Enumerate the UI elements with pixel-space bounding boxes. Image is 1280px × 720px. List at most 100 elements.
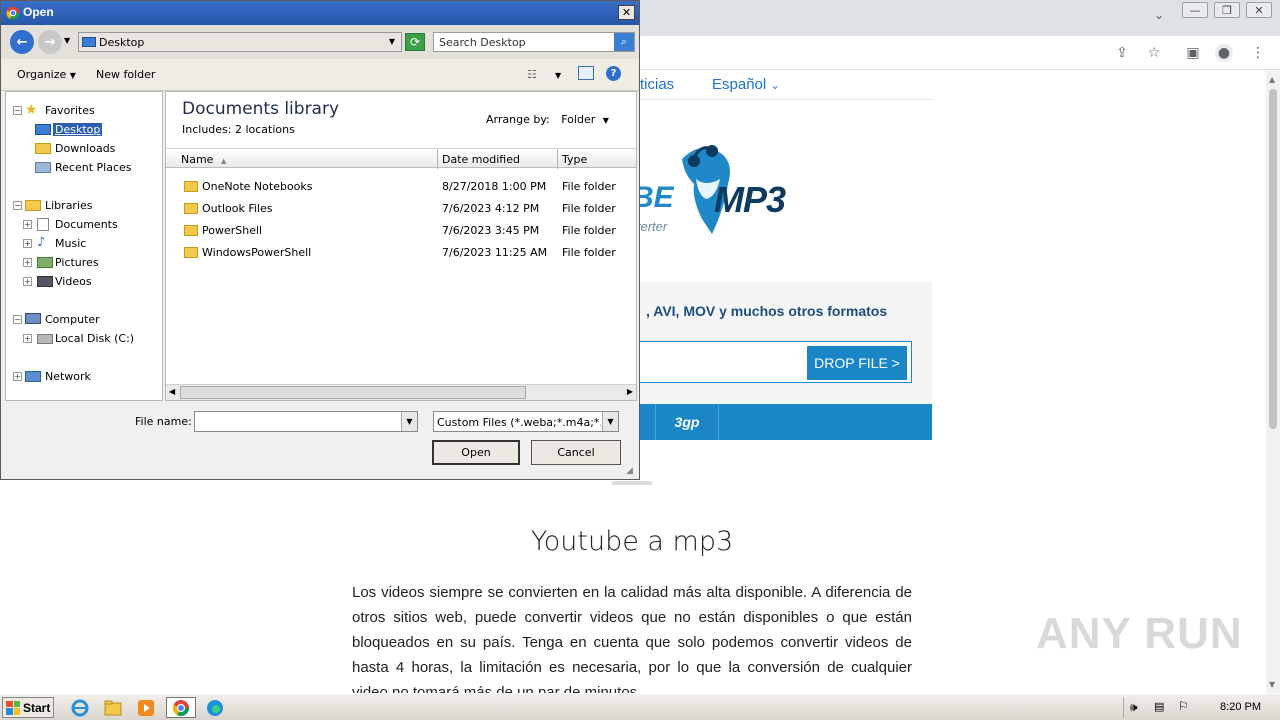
tree-item-music[interactable]: + ♪ Music xyxy=(6,234,162,252)
minimize-button[interactable]: — xyxy=(1182,2,1208,18)
tree-item-videos[interactable]: + Videos xyxy=(6,272,162,290)
internet-explorer-icon[interactable] xyxy=(68,697,92,718)
panel-scroll-indicator xyxy=(612,481,652,485)
action-center-flag-icon[interactable]: ⚐ xyxy=(1178,699,1189,713)
horizontal-scroll-thumb[interactable] xyxy=(180,386,526,399)
expand-icon[interactable]: + xyxy=(23,238,32,248)
file-explorer-icon[interactable] xyxy=(101,697,125,718)
desktop-icon xyxy=(35,124,51,135)
refresh-button[interactable]: ⟳ xyxy=(405,33,425,51)
expand-icon[interactable]: + xyxy=(13,371,22,381)
column-divider[interactable] xyxy=(557,149,558,169)
network-tray-icon[interactable]: ▤ xyxy=(1154,700,1164,713)
file-date: 7/6/2023 3:45 PM xyxy=(442,224,540,237)
expand-icon[interactable]: + xyxy=(23,257,32,267)
organize-button[interactable]: Organize ▼ xyxy=(17,68,76,81)
clock[interactable]: 8:20 PM xyxy=(1220,701,1261,713)
preview-pane-icon[interactable] xyxy=(578,66,594,80)
nav-link-language[interactable]: Español ⌄ xyxy=(712,76,780,93)
expand-icon[interactable]: + xyxy=(23,219,32,229)
tree-item-local-disk[interactable]: + Local Disk (C:) xyxy=(6,329,162,347)
tree-item-network[interactable]: + Network xyxy=(6,367,162,385)
scroll-down-icon[interactable]: ▼ xyxy=(1269,680,1275,689)
start-button[interactable]: Start xyxy=(2,697,54,718)
drop-file-button[interactable]: DROP FILE > xyxy=(807,346,907,380)
scroll-right-icon[interactable]: ▶ xyxy=(627,387,633,396)
url-input[interactable]: DROP FILE > xyxy=(612,341,912,383)
column-name[interactable]: Name ▲ xyxy=(181,153,226,166)
search-icon[interactable]: ⌕ xyxy=(614,33,634,51)
library-includes[interactable]: Includes: 2 locations xyxy=(182,123,295,136)
address-bar[interactable]: Desktop ▼ xyxy=(78,32,402,52)
cancel-button[interactable]: Cancel xyxy=(531,440,621,465)
expand-icon[interactable]: + xyxy=(23,276,32,286)
tree-item-documents[interactable]: + Documents xyxy=(6,215,162,233)
chevron-down-icon: ⌄ xyxy=(770,80,780,92)
tree-item-desktop[interactable]: Desktop xyxy=(6,120,162,138)
file-row[interactable]: PowerShell 7/6/2023 3:45 PM File folder xyxy=(166,220,636,242)
scroll-left-icon[interactable]: ◀ xyxy=(169,387,175,396)
chrome-taskbar-icon[interactable] xyxy=(166,697,196,718)
menu-kebab-icon[interactable]: ⋮ xyxy=(1249,44,1267,62)
share-icon[interactable]: ⇪ xyxy=(1113,44,1131,62)
file-row[interactable]: Outlook Files 7/6/2023 4:12 PM File fold… xyxy=(166,198,636,220)
column-type[interactable]: Type xyxy=(562,153,587,166)
view-options-icon[interactable]: ☷ xyxy=(527,68,537,81)
profile-avatar-icon[interactable]: ● xyxy=(1215,44,1233,62)
search-input[interactable]: Search Desktop ⌕ xyxy=(433,32,635,52)
media-player-icon[interactable] xyxy=(134,697,158,718)
volume-icon[interactable]: 🕪 xyxy=(1130,700,1138,715)
column-divider[interactable] xyxy=(437,149,438,169)
close-window-button[interactable]: ✕ xyxy=(1246,2,1272,18)
help-icon[interactable]: ? xyxy=(606,66,621,81)
tree-item-computer[interactable]: − Computer xyxy=(6,310,162,328)
page-scrollbar[interactable]: ▲ ▼ xyxy=(1266,71,1280,693)
scroll-up-icon[interactable]: ▲ xyxy=(1269,75,1275,84)
tree-label: Computer xyxy=(45,312,100,326)
dialog-close-button[interactable]: ✕ xyxy=(618,5,635,20)
collapse-icon[interactable]: − xyxy=(13,105,22,115)
navigation-pane: − ★ Favorites Desktop Downloads Recent P… xyxy=(5,91,163,401)
scroll-thumb[interactable] xyxy=(1269,89,1277,429)
horizontal-scrollbar[interactable]: ◀ ▶ xyxy=(166,384,636,400)
recent-locations-chevron-icon[interactable]: ▼ xyxy=(64,36,70,45)
forward-button[interactable]: → xyxy=(38,30,62,54)
bookmark-star-icon[interactable]: ☆ xyxy=(1145,44,1163,62)
address-dropdown-icon[interactable]: ▼ xyxy=(389,37,395,46)
nav-link-noticias[interactable]: ticias xyxy=(640,76,674,93)
site-logo[interactable]: BE MP3 verter xyxy=(632,139,812,239)
filter-dropdown-icon[interactable]: ▼ xyxy=(602,412,618,431)
arrange-dropdown[interactable]: Folder ▼ xyxy=(561,113,609,126)
network-icon xyxy=(25,371,41,382)
dialog-title-bar[interactable]: Open ✕ xyxy=(1,1,639,25)
edge-icon[interactable] xyxy=(203,697,227,718)
restore-button[interactable]: ❐ xyxy=(1214,2,1240,18)
file-type-filter[interactable]: Custom Files (*.weba;*.m4a;*.opus;*.mp3)… xyxy=(433,411,619,432)
file-row[interactable]: OneNote Notebooks 8/27/2018 1:00 PM File… xyxy=(166,176,636,198)
expand-icon[interactable]: + xyxy=(23,333,32,343)
pictures-icon xyxy=(37,257,53,268)
collapse-icon[interactable]: − xyxy=(13,200,22,210)
collapse-icon[interactable]: − xyxy=(13,314,22,324)
tree-item-downloads[interactable]: Downloads xyxy=(6,139,162,157)
chevron-down-icon: ▼ xyxy=(69,71,76,80)
tab-search-chevron-icon[interactable]: ⌄ xyxy=(1154,8,1164,22)
article-body: Los videos siempre se convierten en la c… xyxy=(352,584,912,693)
file-row[interactable]: WindowsPowerShell 7/6/2023 11:25 AM File… xyxy=(166,242,636,264)
format-tab-3gp[interactable]: 3gp xyxy=(655,404,719,440)
open-button[interactable]: Open xyxy=(432,440,520,465)
file-name-dropdown-icon[interactable]: ▼ xyxy=(401,412,417,431)
tree-item-favorites[interactable]: − ★ Favorites xyxy=(6,101,162,119)
side-panel-icon[interactable]: ▣ xyxy=(1184,44,1202,62)
back-button[interactable]: ← xyxy=(10,30,34,54)
tree-label: Libraries xyxy=(45,198,93,212)
view-dropdown-icon[interactable]: ▼ xyxy=(555,71,561,80)
tree-label: Pictures xyxy=(55,255,99,269)
file-name-input[interactable]: ▼ xyxy=(194,411,418,432)
tree-item-pictures[interactable]: + Pictures xyxy=(6,253,162,271)
new-folder-button[interactable]: New folder xyxy=(96,68,155,81)
resize-grip-icon[interactable]: ◢ xyxy=(626,466,633,476)
column-date-modified[interactable]: Date modified xyxy=(442,153,520,166)
tree-item-recent-places[interactable]: Recent Places xyxy=(6,158,162,176)
tree-item-libraries[interactable]: − Libraries xyxy=(6,196,162,214)
